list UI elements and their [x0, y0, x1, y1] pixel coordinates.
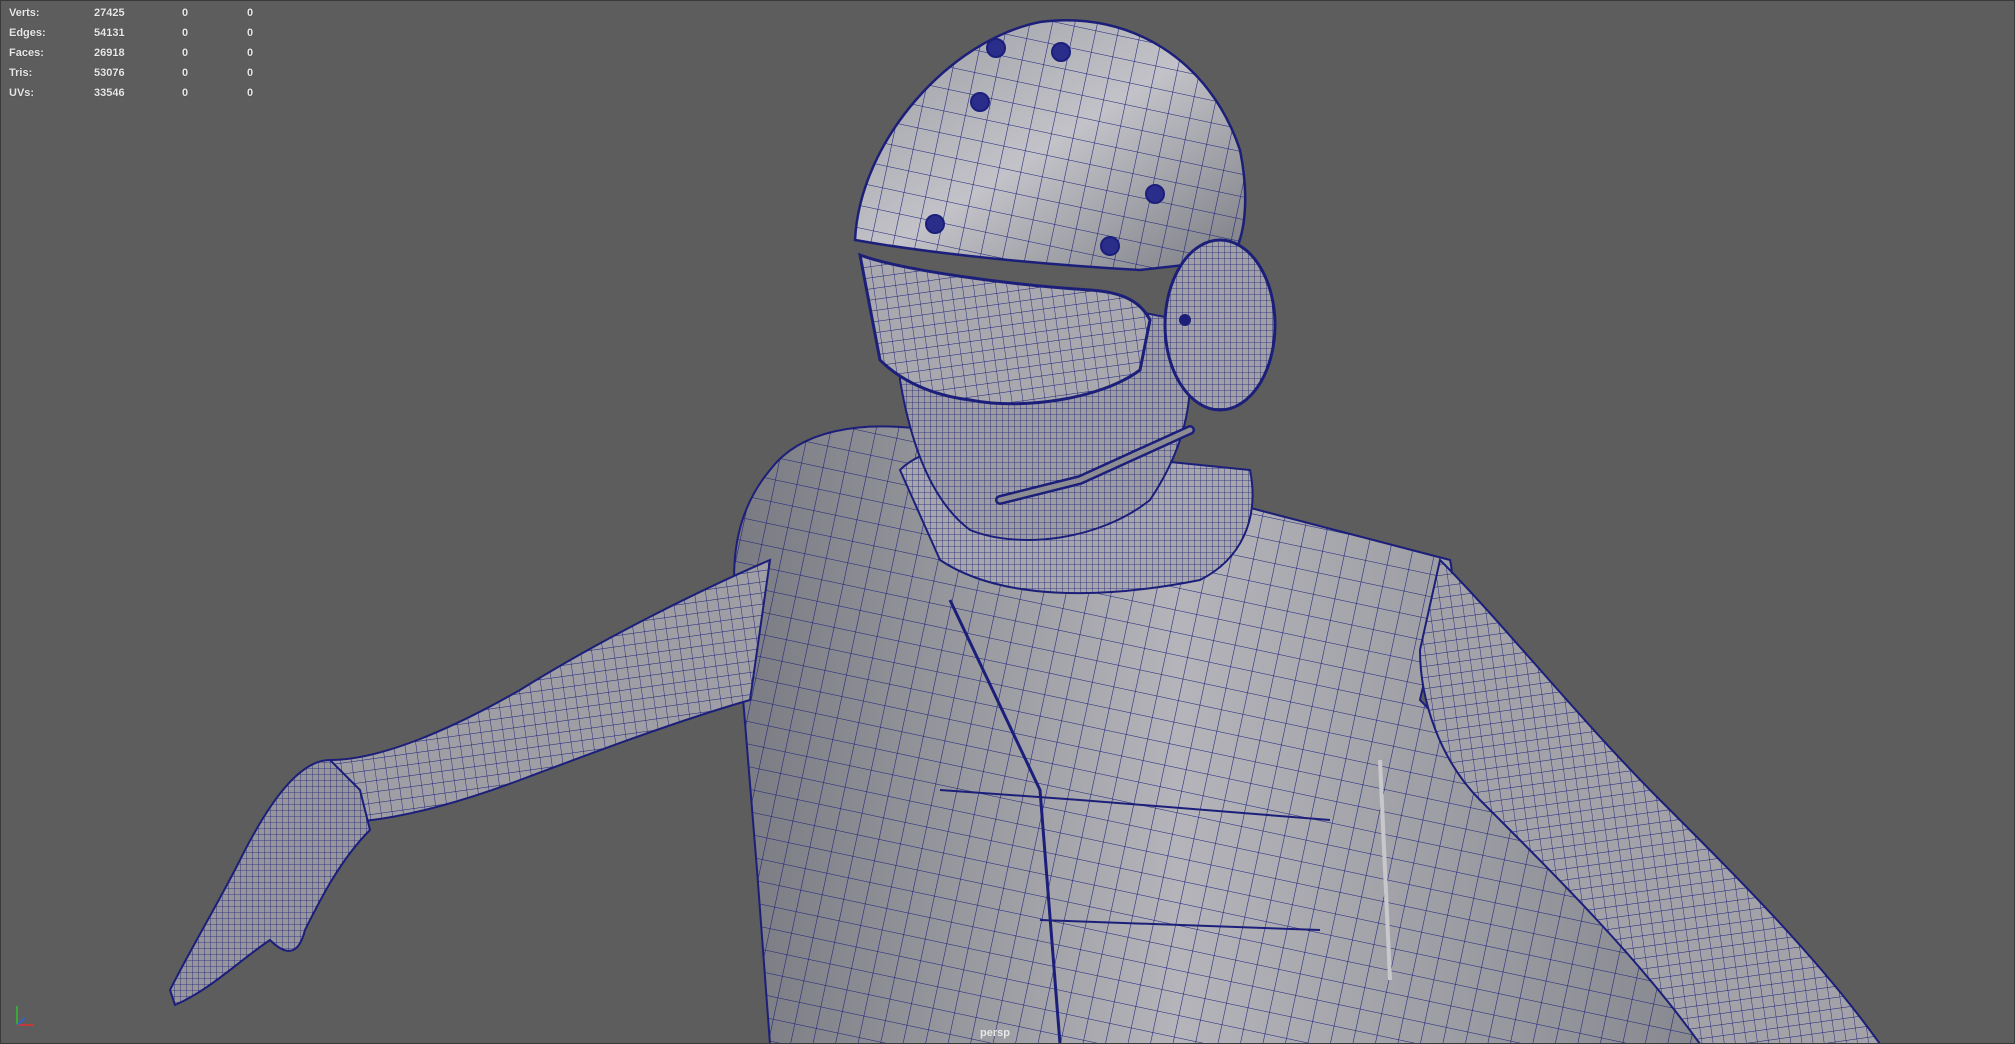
hud-component-value: 0 — [247, 27, 254, 39]
hud-row: Faces: 26918 0 0 — [9, 43, 269, 63]
hud-row: Tris: 53076 0 0 — [9, 63, 269, 83]
hud-label: Edges: — [9, 27, 46, 39]
hud-label: UVs: — [9, 87, 35, 99]
hud-total-value: 53076 — [94, 67, 125, 79]
hud-row: UVs: 33546 0 0 — [9, 83, 269, 103]
hud-row: Edges: 54131 0 0 — [9, 23, 269, 43]
hud-label: Tris: — [9, 67, 33, 79]
hud-label: Faces: — [9, 47, 44, 59]
hud-total-value: 26918 — [94, 47, 125, 59]
hud-selected-value: 0 — [182, 67, 189, 79]
poly-count-hud: Verts: 27425 0 0 Edges: 54131 0 0 Faces: 26918 0 0 T… — [9, 3, 269, 103]
view-axis-icon — [16, 1006, 34, 1026]
hud-selected-value: 0 — [182, 47, 189, 59]
hud-row: Verts: 27425 0 0 — [9, 3, 269, 23]
perspective-viewport[interactable]: Verts: 27425 0 0 Edges: 54131 0 0 Faces: 26918 0 0 T… — [0, 0, 2015, 1044]
helmet-mesh — [853, 19, 1247, 272]
hud-component-value: 0 — [247, 67, 254, 79]
camera-name-label: persp — [980, 1027, 1010, 1039]
hud-component-value: 0 — [247, 87, 254, 99]
hud-component-value: 0 — [247, 7, 254, 19]
hud-selected-value: 0 — [182, 7, 189, 19]
hud-selected-value: 0 — [182, 87, 189, 99]
hud-selected-value: 0 — [182, 27, 189, 39]
hud-total-value: 27425 — [94, 7, 125, 19]
hud-total-value: 54131 — [94, 27, 125, 39]
left-arm-mesh — [168, 558, 772, 1007]
hud-total-value: 33546 — [94, 87, 125, 99]
z-axis-line — [16, 1017, 26, 1026]
character-wireframe-model[interactable] — [0, 0, 2015, 1044]
hud-component-value: 0 — [247, 47, 254, 59]
hud-label: Verts: — [9, 7, 40, 19]
